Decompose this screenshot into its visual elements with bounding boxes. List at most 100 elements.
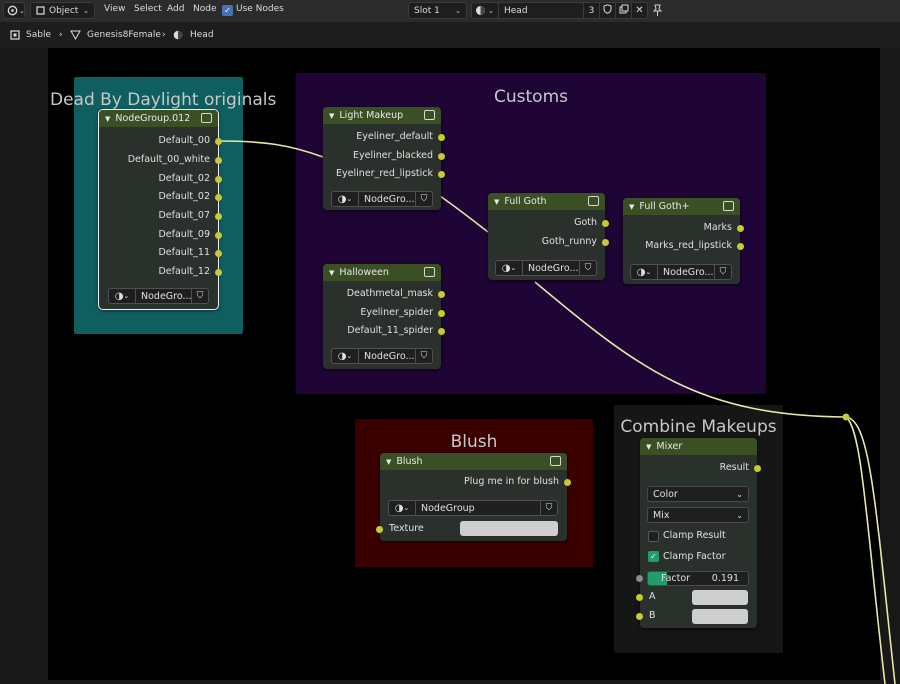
input-socket[interactable]	[376, 526, 383, 533]
node-light-makeup[interactable]: ▼ Light Makeup Eyeliner_default Eyeliner…	[323, 107, 445, 210]
output-socket-label: Default_07	[158, 210, 210, 221]
chevron-down-icon[interactable]: ▼	[329, 112, 334, 120]
node-header[interactable]: ▼ Full Goth	[488, 193, 605, 210]
input-socket[interactable]	[636, 594, 643, 601]
output-socket[interactable]	[602, 239, 609, 246]
output-socket[interactable]	[215, 194, 222, 201]
clamp-result-checkbox[interactable]	[648, 531, 659, 542]
output-socket-label: Result	[719, 462, 749, 473]
shield-icon[interactable]: ⛉	[415, 349, 432, 363]
output-socket-label: Deathmetal_mask	[346, 288, 433, 299]
input-b-color-field[interactable]	[692, 609, 748, 624]
node-tree-icon[interactable]: ◑ ⌄	[389, 501, 416, 515]
input-socket[interactable]	[636, 575, 643, 582]
node-header[interactable]: ▼ Blush	[380, 453, 567, 470]
output-socket-label: Marks_red_lipstick	[645, 240, 732, 251]
output-socket[interactable]	[215, 250, 222, 257]
output-socket[interactable]	[438, 134, 445, 141]
node-group-name[interactable]: NodeGro...	[523, 263, 579, 274]
chevron-down-icon[interactable]: ▼	[494, 198, 499, 206]
node-group-selector[interactable]: ◑ ⌄ NodeGro... ⛉	[331, 191, 433, 207]
output-socket[interactable]	[564, 479, 571, 486]
input-socket[interactable]	[636, 613, 643, 620]
output-socket[interactable]	[438, 310, 445, 317]
node-full-goth-plus[interactable]: ▼ Full Goth+ Marks Marks_red_lipstick ◑ ⌄…	[623, 198, 744, 284]
node-tree-icon[interactable]: ◑ ⌄	[332, 349, 359, 363]
node-mixer[interactable]: ▼ Mixer Result Color ⌄ Mix ⌄ Clamp Resul…	[636, 438, 761, 628]
node-header[interactable]: ▼ Light Makeup	[323, 107, 441, 124]
output-socket-label: Goth_runny	[541, 236, 597, 247]
output-socket[interactable]	[215, 269, 222, 276]
output-socket[interactable]	[215, 176, 222, 183]
output-socket[interactable]	[438, 328, 445, 335]
node-header[interactable]: ▼ Mixer	[640, 438, 757, 455]
chevron-down-icon[interactable]: ▼	[105, 115, 110, 123]
node-title: Full Goth+	[639, 201, 690, 212]
node-header[interactable]: ▼ Full Goth+	[623, 198, 740, 215]
node-group-name[interactable]: NodeGro...	[359, 194, 415, 205]
shield-icon[interactable]: ⛉	[579, 261, 596, 275]
factor-value: 0.191	[711, 573, 739, 584]
blend-mode-dropdown[interactable]: Mix ⌄	[647, 507, 749, 523]
output-socket[interactable]	[737, 225, 744, 232]
shield-icon[interactable]: ⛉	[714, 265, 731, 279]
shield-icon[interactable]: ⛉	[540, 501, 557, 515]
node-group-selector[interactable]: ◑ ⌄ NodeGro... ⛉	[331, 348, 433, 364]
reroute-node	[842, 413, 850, 421]
node-group-name[interactable]: NodeGro...	[136, 291, 191, 302]
output-socket-label: Plug me in for blush	[464, 476, 559, 487]
node-group-name[interactable]: NodeGro...	[359, 351, 415, 362]
node-blush[interactable]: ▼ Blush Plug me in for blush ◑ ⌄ NodeGrou…	[376, 453, 571, 541]
output-socket[interactable]	[438, 171, 445, 178]
node-tree-icon[interactable]: ◑ ⌄	[332, 192, 359, 206]
texture-color-field[interactable]	[460, 521, 558, 536]
node-tree-icon[interactable]: ◑ ⌄	[631, 265, 658, 279]
output-socket-label: Eyeliner_red_lipstick	[336, 168, 433, 179]
input-a-color-field[interactable]	[692, 590, 748, 605]
node-full-goth[interactable]: ▼ Full Goth Goth Goth_runny ◑ ⌄ NodeGro..…	[488, 193, 609, 280]
output-socket[interactable]	[438, 153, 445, 160]
chevron-down-icon: ⌄	[736, 489, 743, 499]
output-socket-label: Default_11_spider	[347, 325, 433, 336]
output-socket[interactable]	[215, 232, 222, 239]
node-group-selector[interactable]: ◑ ⌄ NodeGro... ⛉	[630, 264, 732, 280]
node-group-name[interactable]: NodeGro...	[658, 267, 714, 278]
node-tree-icon[interactable]: ◑ ⌄	[496, 261, 523, 275]
node-title: Light Makeup	[339, 110, 404, 121]
data-type-value: Color	[653, 488, 678, 500]
output-socket-label: Eyeliner_blacked	[352, 150, 433, 161]
chevron-down-icon[interactable]: ▼	[629, 203, 634, 211]
data-type-dropdown[interactable]: Color ⌄	[647, 486, 749, 502]
output-socket[interactable]	[754, 465, 761, 472]
node-tree-icon[interactable]: ◑ ⌄	[109, 289, 136, 303]
output-socket[interactable]	[215, 213, 222, 220]
output-socket[interactable]	[438, 291, 445, 298]
node-group-icon	[550, 456, 561, 466]
node-group-selector[interactable]: ◑ ⌄ NodeGro... ⛉	[495, 260, 597, 276]
chevron-down-icon[interactable]: ▼	[646, 443, 651, 451]
chevron-down-icon[interactable]: ▼	[386, 458, 391, 466]
output-socket[interactable]	[602, 220, 609, 227]
node-group-selector[interactable]: ◑ ⌄ NodeGroup ⛉	[388, 500, 558, 516]
node-group-selector[interactable]: ◑ ⌄ NodeGro... ⛉	[108, 288, 209, 304]
factor-slider[interactable]: Factor 0.191	[647, 571, 749, 586]
output-socket-label: Default_02	[158, 173, 210, 184]
output-socket[interactable]	[215, 138, 222, 145]
shield-icon[interactable]: ⛉	[415, 192, 432, 206]
output-socket[interactable]	[215, 157, 222, 164]
chevron-down-icon: ⌄	[736, 510, 743, 520]
node-nodegroup-012[interactable]: ▼ NodeGroup.012 Default_00 Default_00_wh…	[98, 109, 222, 310]
node-halloween[interactable]: ▼ Halloween Deathmetal_mask Eyeliner_spi…	[323, 264, 445, 369]
clamp-factor-checkbox[interactable]: ✓	[648, 551, 659, 562]
node-title: Mixer	[656, 441, 683, 452]
node-title: Full Goth	[504, 196, 547, 207]
chevron-down-icon[interactable]: ▼	[329, 269, 334, 277]
shield-icon[interactable]: ⛉	[191, 289, 208, 303]
node-header[interactable]: ▼ NodeGroup.012	[99, 110, 218, 127]
node-group-name[interactable]: NodeGroup	[416, 503, 540, 514]
clamp-factor-label: Clamp Factor	[663, 551, 726, 562]
output-socket-label: Default_12	[158, 266, 210, 277]
output-socket[interactable]	[737, 243, 744, 250]
node-header[interactable]: ▼ Halloween	[323, 264, 441, 281]
output-socket-label: Default_11	[158, 247, 210, 258]
